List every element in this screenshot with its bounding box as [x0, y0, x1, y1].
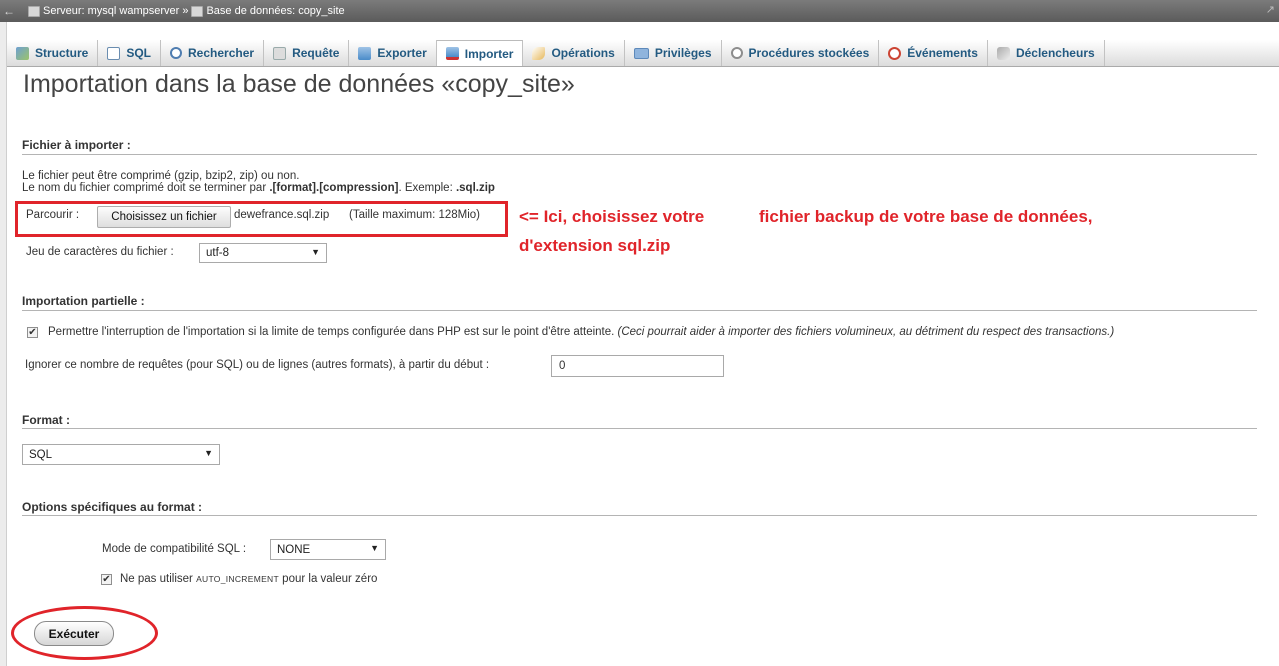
tab-query[interactable]: Requête [264, 40, 350, 66]
breadcrumb-database[interactable]: Base de données: copy_site [206, 5, 344, 17]
file-section-heading: Fichier à importer : [22, 138, 131, 152]
charset-value: utf-8 [206, 247, 230, 259]
tab-label: Déclencheurs [1015, 46, 1095, 60]
annotation-line-1b: fichier backup de votre base de données, [759, 207, 1093, 226]
tab-triggers[interactable]: Déclencheurs [988, 40, 1105, 66]
tab-structure[interactable]: Structure [7, 40, 99, 66]
tab-label: Exporter [377, 46, 427, 60]
dropdown-arrow-icon: ▼ [311, 247, 320, 257]
privileges-icon [633, 47, 649, 59]
max-size-note: (Taille maximum: 128Mio) [349, 209, 481, 221]
tab-label: Privilèges [654, 46, 712, 60]
compat-mode-value: NONE [277, 543, 311, 556]
no-auto-suffix: pour la valeur zéro [278, 573, 378, 585]
tab-label: Procédures stockées [748, 46, 870, 60]
auto-increment-code: AUTO_INCREMENT [196, 574, 279, 584]
execute-button[interactable]: Exécuter [34, 621, 114, 646]
page-title: Importation dans la base de données «cop… [23, 70, 575, 98]
tab-label: Événements [907, 46, 978, 60]
collapse-arrow-icon[interactable]: ← [0, 4, 18, 18]
filename-hint: Le nom du fichier comprimé doit se termi… [22, 182, 495, 194]
left-frame-border [0, 0, 7, 666]
breadcrumb-server[interactable]: Serveur: mysql wampserver [43, 5, 179, 17]
tab-label: SQL [126, 46, 152, 60]
breadcrumb-bar: ← Serveur: mysql wampserver » Base de do… [0, 0, 1279, 22]
skip-queries-input[interactable]: 0 [551, 355, 724, 377]
compat-mode-select[interactable]: NONE ▼ [270, 539, 386, 560]
search-icon [170, 47, 183, 59]
server-icon [28, 5, 40, 17]
tab-label: Opérations [551, 46, 615, 60]
allow-interrupt-note: (Ceci pourrait aider à importer des fich… [617, 326, 1115, 338]
options-section-heading: Options spécifiques au format : [22, 500, 203, 514]
browse-label: Parcourir : [26, 209, 80, 221]
structure-icon [16, 46, 29, 60]
no-auto-prefix: Ne pas utiliser [120, 573, 197, 585]
format-value: SQL [29, 448, 53, 461]
choose-file-button[interactable]: Choisissez un fichier [97, 206, 231, 228]
selected-file-name: dewefrance.sql.zip [234, 209, 330, 221]
tab-operations[interactable]: Opérations [523, 40, 625, 66]
allow-interrupt-text: Permettre l'interruption de l'importatio… [48, 326, 615, 338]
tab-search[interactable]: Rechercher [161, 40, 265, 66]
database-icon [191, 5, 204, 17]
allow-interrupt-checkbox[interactable]: ✔ [27, 327, 38, 338]
skip-queries-label: Ignorer ce nombre de requêtes (pour SQL)… [25, 359, 490, 371]
query-icon [273, 46, 287, 60]
no-auto-increment-label: Ne pas utiliser AUTO_INCREMENT pour la v… [120, 573, 377, 585]
export-icon [358, 46, 372, 60]
tab-label: Importer [464, 46, 514, 61]
compression-hint: Le fichier peut être comprimé (gzip, bzi… [22, 170, 300, 182]
charset-select[interactable]: utf-8 ▼ [199, 243, 327, 263]
db-tab-bar: Structure SQL Rechercher Requête Exporte… [7, 40, 1279, 67]
partial-section-heading: Importation partielle : [22, 294, 145, 308]
section-divider [22, 515, 1257, 516]
filename-hint-mid: . Exemple: [398, 182, 456, 194]
tab-events[interactable]: Événements [879, 40, 988, 66]
tab-label: Requête [292, 46, 340, 60]
annotation-line-2: d'extension sql.zip [519, 236, 671, 255]
wrench-icon [532, 46, 546, 60]
filename-hint-example: .sql.zip [455, 182, 495, 194]
breadcrumb-separator: » [182, 5, 189, 17]
no-auto-increment-checkbox[interactable]: ✔ [101, 574, 112, 585]
tab-procedures[interactable]: Procédures stockées [722, 40, 880, 66]
charset-label: Jeu de caractères du fichier : [26, 246, 174, 258]
section-divider [22, 154, 1257, 155]
dropdown-arrow-icon: ▼ [204, 448, 213, 458]
filename-hint-prefix: Le nom du fichier comprimé doit se termi… [22, 182, 270, 194]
sql-icon [107, 46, 121, 60]
tab-import[interactable]: Importer [436, 40, 524, 66]
section-divider [22, 428, 1257, 429]
tab-sql[interactable]: SQL [98, 40, 162, 66]
tab-label: Rechercher [188, 46, 255, 60]
tab-export[interactable]: Exporter [349, 40, 437, 66]
dropdown-arrow-icon: ▼ [370, 543, 379, 553]
tab-privileges[interactable]: Privilèges [625, 40, 722, 66]
breadcrumb: Serveur: mysql wampserver » Base de donn… [28, 5, 345, 17]
allow-interrupt-label: Permettre l'interruption de l'importatio… [48, 326, 1114, 338]
triggers-icon [996, 46, 1010, 60]
compat-mode-label: Mode de compatibilité SQL : [102, 543, 247, 555]
procedures-icon [730, 47, 743, 59]
corner-arrow-icon: ↗ [1265, 4, 1275, 16]
format-section-heading: Format : [22, 413, 70, 427]
import-icon [445, 47, 459, 60]
annotation-line-1a: <= Ici, choisissez votre [519, 207, 705, 226]
section-divider [22, 310, 1257, 311]
filename-hint-format: .[format].[compression] [269, 182, 399, 194]
format-select[interactable]: SQL ▼ [22, 444, 220, 465]
clock-icon [888, 46, 902, 60]
tab-label: Structure [35, 46, 89, 60]
